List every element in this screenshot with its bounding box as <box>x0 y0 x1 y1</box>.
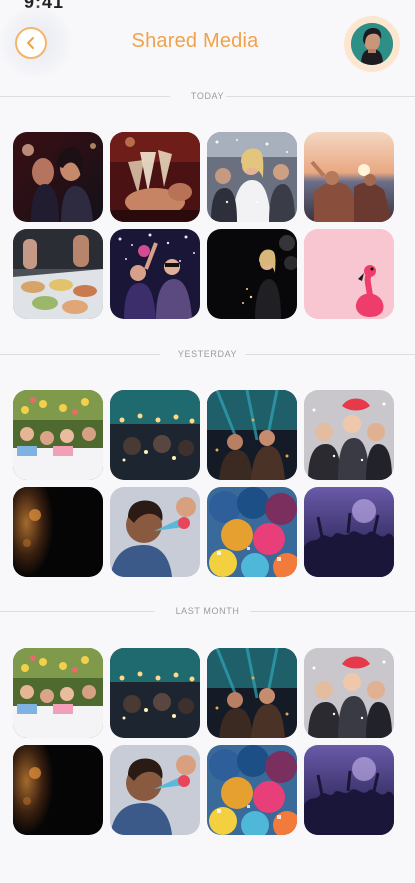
photo-tile[interactable] <box>110 487 200 577</box>
photo-tile[interactable] <box>207 229 297 319</box>
photo-tile[interactable] <box>110 132 200 222</box>
section-divider-last-month: LAST MONTH <box>0 604 415 618</box>
photo-tile[interactable] <box>13 229 103 319</box>
photo-tile[interactable] <box>207 745 297 835</box>
photo-tile[interactable] <box>110 745 200 835</box>
photo-tile[interactable] <box>13 390 103 480</box>
avatar <box>351 23 393 65</box>
photo-tile[interactable] <box>304 132 394 222</box>
page-title: Shared Media <box>131 30 259 52</box>
avatar-button[interactable] <box>344 16 400 72</box>
photo-tile[interactable] <box>207 648 297 738</box>
photo-tile[interactable] <box>304 648 394 738</box>
photo-tile[interactable] <box>13 132 103 222</box>
section-divider-yesterday: YESTERDAY <box>0 347 415 361</box>
photo-tile[interactable] <box>110 229 200 319</box>
photo-tile[interactable] <box>207 487 297 577</box>
photo-tile[interactable] <box>304 390 394 480</box>
photo-tile[interactable] <box>304 745 394 835</box>
photo-tile[interactable] <box>13 487 103 577</box>
photo-tile[interactable] <box>13 648 103 738</box>
photo-tile[interactable] <box>207 390 297 480</box>
photo-tile[interactable] <box>13 745 103 835</box>
photo-tile[interactable] <box>304 487 394 577</box>
section-divider-today: TODAY <box>0 89 415 103</box>
photo-tile[interactable] <box>207 132 297 222</box>
photo-tile[interactable] <box>110 648 200 738</box>
photo-tile[interactable] <box>110 390 200 480</box>
app-header: Shared Media <box>0 0 415 88</box>
photo-tile[interactable] <box>304 229 394 319</box>
